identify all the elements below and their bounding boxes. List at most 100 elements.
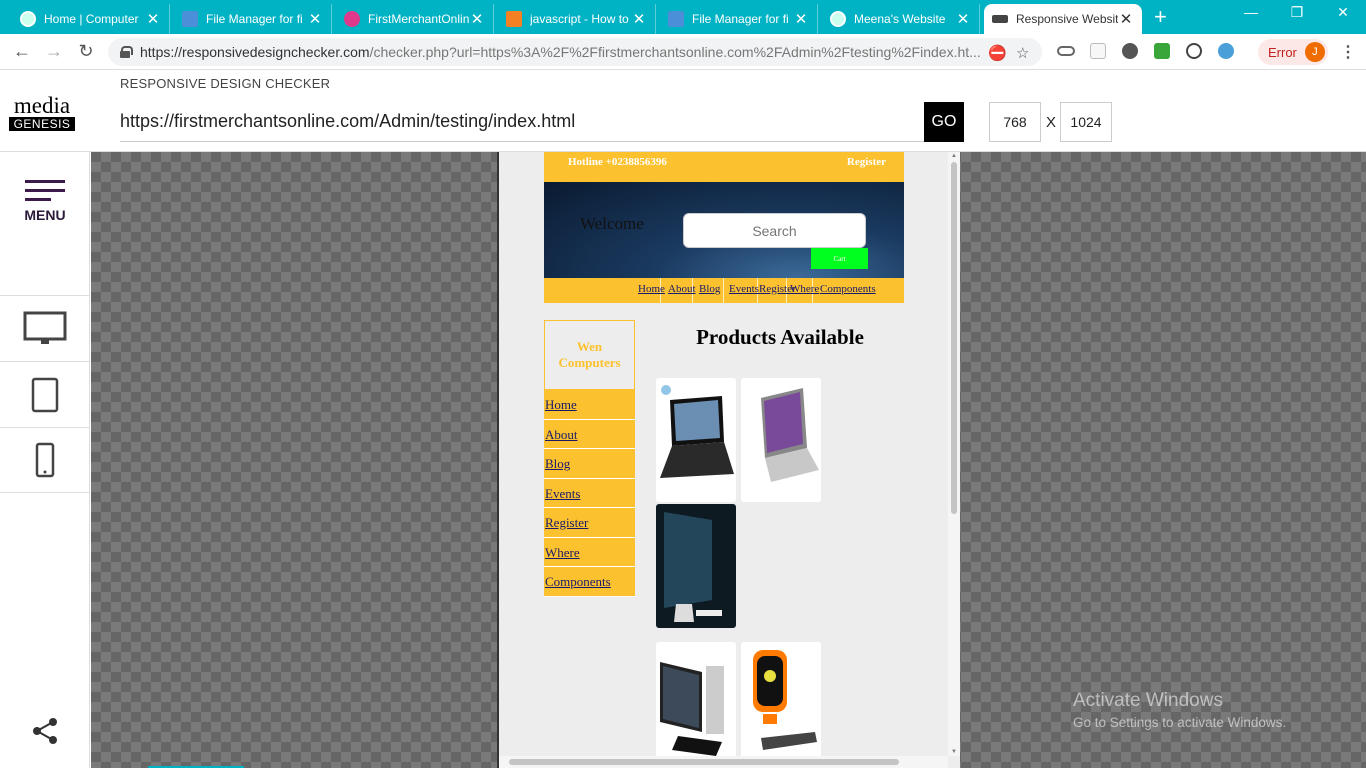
hamburger-icon	[25, 180, 65, 201]
product-image-imac[interactable]	[656, 504, 736, 628]
product-image-macbook[interactable]	[741, 378, 821, 502]
mobile-phone-icon	[35, 442, 55, 478]
tablet-device-button[interactable]	[0, 361, 90, 427]
nav-link-components[interactable]: Components	[820, 283, 876, 295]
url-path: /checker.php?url=https%3A%2F%2Ffirstmerc…	[369, 44, 980, 60]
product-image-laptop[interactable]	[656, 378, 736, 502]
test-url-input[interactable]	[120, 102, 924, 142]
new-tab-icon[interactable]: +	[1154, 6, 1167, 28]
tab-title: File Manager for fi	[206, 12, 303, 26]
activate-windows-watermark: Activate Windows Go to Settings to activ…	[1073, 690, 1286, 730]
site-brand: Wen Computers	[544, 320, 635, 390]
browser-tab[interactable]: Home | Computer ✕	[12, 4, 170, 34]
menu-button[interactable]: MENU	[0, 180, 90, 223]
preview-horizontal-scrollbar[interactable]	[499, 756, 948, 768]
browser-tab-strip: Home | Computer ✕ File Manager for fi ✕ …	[0, 0, 1366, 34]
scroll-thumb[interactable]	[951, 162, 957, 514]
side-link-register[interactable]: Register	[545, 515, 588, 530]
width-input[interactable]	[989, 102, 1041, 142]
avg-extension-icon[interactable]	[1154, 43, 1170, 59]
extension-icon[interactable]	[1218, 43, 1234, 59]
site-search-input[interactable]	[683, 213, 866, 248]
app-title: RESPONSIVE DESIGN CHECKER	[120, 76, 331, 91]
browser-tab[interactable]: File Manager for fi ✕	[660, 4, 818, 34]
side-link-about[interactable]: About	[545, 427, 578, 442]
close-tab-icon[interactable]: ✕	[793, 10, 809, 28]
go-button[interactable]: GO	[924, 102, 964, 142]
back-icon[interactable]: ←	[11, 42, 33, 60]
url-host: https://responsivedesignchecker.com	[140, 44, 370, 60]
side-link-events[interactable]: Events	[545, 486, 580, 501]
nav-link-events[interactable]: Events	[729, 283, 759, 295]
browser-tab[interactable]: File Manager for fi ✕	[174, 4, 332, 34]
side-nav-item: Where	[544, 537, 635, 567]
wordpress-extension-icon[interactable]	[1186, 43, 1202, 59]
site-banner: Welcome Cart	[544, 182, 904, 278]
extension-icon[interactable]	[1122, 43, 1138, 59]
nav-link-home[interactable]: Home	[638, 283, 665, 295]
side-link-blog[interactable]: Blog	[545, 456, 570, 471]
browser-tab[interactable]: javascript - How to ✕	[498, 4, 656, 34]
tab-title: javascript - How to	[530, 12, 629, 26]
restore-icon[interactable]: ❐	[1274, 4, 1320, 21]
product-image-orange-pc[interactable]	[741, 642, 821, 766]
scroll-down-icon[interactable]: ▼	[951, 749, 957, 755]
tab-title: Meena's Website	[854, 12, 946, 26]
side-nav-item: Components	[544, 567, 635, 597]
media-genesis-logo[interactable]: media GENESIS	[9, 94, 75, 131]
mobile-device-button[interactable]	[0, 427, 90, 493]
share-icon[interactable]	[31, 717, 59, 745]
browser-tab[interactable]: FirstMerchantOnlin ✕	[336, 4, 494, 34]
close-tab-icon[interactable]: ✕	[631, 10, 647, 28]
side-nav-item: Register	[544, 508, 635, 538]
preview-vertical-scrollbar[interactable]: ▲ ▼	[948, 152, 960, 756]
cart-button[interactable]: Cart	[811, 248, 868, 269]
tab-title: FirstMerchantOnlin	[368, 12, 469, 26]
close-tab-icon[interactable]: ✕	[469, 10, 485, 28]
tab-title: Responsive Websit	[1016, 12, 1118, 26]
product-image-desktop-pc[interactable]	[656, 642, 736, 766]
close-tab-icon[interactable]: ✕	[1118, 10, 1134, 28]
scroll-thumb[interactable]	[509, 759, 899, 765]
blocked-popup-icon[interactable]: ⛔	[988, 44, 1007, 62]
smiley-icon	[344, 11, 360, 27]
site-register-link[interactable]: Register	[847, 156, 886, 168]
address-bar[interactable]: https://responsivedesignchecker.com/chec…	[108, 38, 1042, 66]
close-tab-icon[interactable]: ✕	[145, 10, 161, 28]
extension-icon[interactable]	[1090, 43, 1106, 59]
desktop-device-button[interactable]	[0, 295, 90, 361]
side-nav-item: Blog	[544, 449, 635, 479]
watermark-subtitle: Go to Settings to activate Windows.	[1073, 715, 1287, 730]
file-manager-icon	[668, 11, 684, 27]
bookmark-star-icon[interactable]: ☆	[1016, 44, 1029, 62]
browser-tab-active[interactable]: Responsive Websit ✕	[984, 4, 1142, 34]
menu-label: MENU	[24, 207, 66, 223]
nav-link-where[interactable]: Where	[790, 283, 819, 295]
file-manager-icon	[182, 11, 198, 27]
side-nav-item: Events	[544, 478, 635, 508]
close-window-icon[interactable]: ✕	[1320, 4, 1366, 21]
close-tab-icon[interactable]: ✕	[955, 10, 971, 28]
minimize-icon[interactable]: —	[1228, 4, 1274, 20]
scroll-up-icon[interactable]: ▲	[951, 153, 957, 159]
close-tab-icon[interactable]: ✕	[307, 10, 323, 28]
nav-link-about[interactable]: About	[668, 283, 696, 295]
site-nav-bar: Home About Blog Events Register Where Co…	[544, 278, 904, 303]
browser-tab[interactable]: Meena's Website ✕	[822, 4, 980, 34]
side-link-components[interactable]: Components	[545, 574, 611, 589]
forward-icon[interactable]: →	[43, 42, 65, 60]
chrome-menu-icon[interactable]: ⋮	[1340, 42, 1356, 62]
reload-icon[interactable]: ↻	[75, 42, 97, 60]
dimension-separator: X	[1046, 114, 1057, 131]
side-link-where[interactable]: Where	[545, 545, 580, 560]
height-input[interactable]	[1060, 102, 1112, 142]
device-sidebar: MENU	[0, 152, 90, 768]
address-url[interactable]: https://responsivedesignchecker.com/chec…	[140, 44, 980, 60]
profile-error-button[interactable]: Error J	[1258, 39, 1328, 65]
side-link-home[interactable]: Home	[545, 397, 577, 412]
globe-icon	[20, 11, 36, 27]
stackoverflow-icon	[506, 11, 522, 27]
nav-link-blog[interactable]: Blog	[699, 283, 720, 295]
infinity-extension-icon[interactable]	[1057, 46, 1075, 56]
side-nav-item: About	[544, 419, 635, 449]
